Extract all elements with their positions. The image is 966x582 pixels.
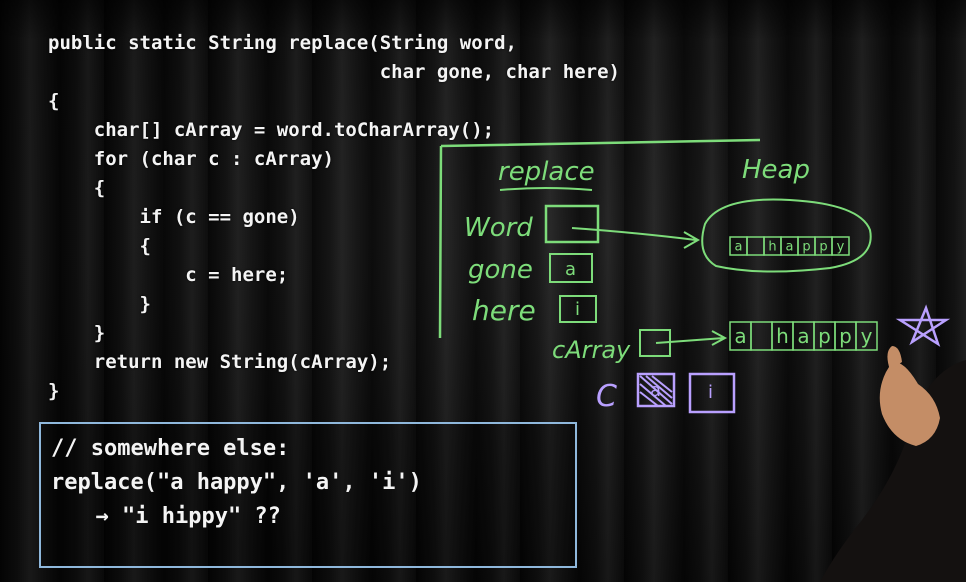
array-cell	[750, 321, 773, 351]
presenter-silhouette	[820, 346, 966, 582]
carray-ref-arrow	[655, 330, 728, 346]
var-label-gone: gone	[468, 255, 533, 285]
array-cell-char: y	[837, 240, 845, 255]
here-value: i	[575, 299, 580, 320]
array-cell-char: a	[797, 324, 809, 348]
carray-char-array: a happy	[729, 321, 878, 351]
frame-title: replace	[498, 157, 595, 187]
heap-blob	[701, 198, 872, 273]
whiteboard-diagram: replace Heap a happy Word gone here cArr…	[438, 138, 966, 582]
array-cell-char: h	[768, 240, 776, 255]
array-cell-char: p	[839, 324, 852, 348]
array-cell-char: p	[802, 240, 810, 255]
array-cell-char: a	[735, 240, 743, 255]
var-label-word: Word	[464, 213, 533, 243]
heap-char-array: a happy	[729, 236, 850, 256]
array-cell-char: a	[734, 324, 746, 348]
var-label-here: here	[472, 294, 536, 327]
var-label-carray: cArray	[552, 336, 631, 364]
frame-title-underline	[499, 187, 593, 191]
word-ref-box	[544, 204, 600, 244]
star-annotation	[895, 304, 951, 347]
video-frame: public static String replace(String word…	[0, 0, 966, 582]
c-new-value: i	[708, 382, 713, 403]
array-cell	[746, 236, 765, 256]
array-cell-char: a	[786, 240, 794, 255]
word-ref-arrow	[571, 227, 701, 249]
var-label-c: C	[596, 379, 617, 414]
heap-label: Heap	[742, 155, 810, 185]
gone-value: a	[565, 259, 576, 280]
array-cell-char: h	[776, 324, 789, 348]
array-cell-char: p	[818, 324, 831, 348]
array-cell-char: p	[819, 240, 827, 255]
array-cell-char: y	[861, 324, 873, 348]
